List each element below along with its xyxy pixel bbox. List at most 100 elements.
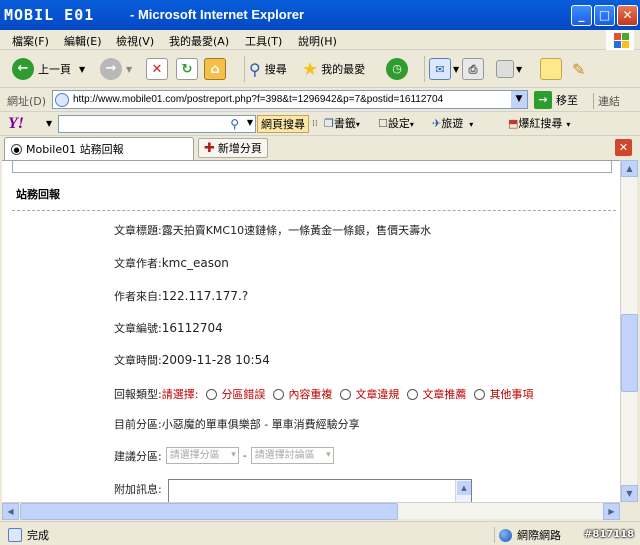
address-url: http://www.mobile01.com/postreport.php?f…: [73, 94, 444, 105]
favorites-button[interactable]: ★ 我的最愛: [302, 56, 365, 82]
globe-icon: [499, 528, 512, 542]
menu-favorites[interactable]: 我的最愛(A): [169, 33, 229, 49]
option-other[interactable]: 其他事項: [489, 386, 533, 402]
horizontal-scrollbar[interactable]: ◀ ▶: [2, 502, 620, 520]
scroll-down-icon[interactable]: ▼: [621, 485, 638, 502]
back-button[interactable]: ← 上一頁 ▼: [12, 56, 85, 82]
forward-dropdown-icon[interactable]: ▼: [126, 65, 132, 74]
pen-icon: ✎: [572, 59, 586, 79]
hot-search-label: 爆紅搜尋: [518, 117, 563, 130]
go-button[interactable]: → 移至: [534, 91, 578, 109]
menu-edit[interactable]: 編輯(E): [64, 33, 102, 49]
suggest-label: 建議分區:: [114, 449, 162, 463]
horizontal-scroll-thumb[interactable]: [20, 503, 398, 520]
radio-wrong-category[interactable]: [206, 388, 218, 400]
toolbar: ← 上一頁 ▼ → ▼ ✕ ↻ ⌂ ⚲ 搜尋 ★ 我的最愛 ◷ ✉ ▼ ⎙ ▼ …: [0, 50, 640, 88]
address-input[interactable]: http://www.mobile01.com/postreport.php?f…: [52, 90, 528, 109]
home-button[interactable]: ⌂: [204, 56, 226, 82]
menu-view[interactable]: 檢視(V): [116, 33, 154, 49]
from-label: 作者來自:: [114, 290, 162, 303]
hot-search-button[interactable]: ⬒爆紅搜尋 ▾: [506, 115, 572, 133]
travel-icon: ✈: [432, 117, 442, 130]
time-label: 文章時間:: [114, 354, 162, 367]
author-row: 文章作者: kmc_eason: [114, 255, 229, 271]
search-button[interactable]: ⚲ 搜尋: [244, 56, 287, 82]
edit-dropdown-icon[interactable]: ▼: [516, 65, 522, 74]
vertical-scrollbar[interactable]: ▲ ▼: [620, 160, 638, 502]
yahoo-search-input[interactable]: ⚲ ▼: [58, 115, 256, 133]
tab-bar: ● Mobile01 站務回報 ✚ 新增分頁 ✕: [0, 136, 640, 160]
links-button[interactable]: 連結: [593, 93, 620, 109]
toolbar-grip-icon: ⁞⁞: [312, 119, 318, 129]
search-icon[interactable]: ⚲: [230, 117, 239, 131]
address-dropdown-icon[interactable]: ▼: [511, 91, 527, 108]
title-bar[interactable]: MOBIL E01 - Microsoft Internet Explorer …: [0, 0, 640, 30]
stop-icon: ✕: [146, 58, 168, 80]
maximize-button[interactable]: □: [594, 5, 615, 26]
id-value: 16112704: [161, 321, 223, 335]
new-tab-button[interactable]: ✚ 新增分頁: [198, 138, 268, 158]
scroll-right-icon[interactable]: ▶: [603, 503, 620, 520]
menu-help[interactable]: 說明(H): [298, 33, 337, 49]
radio-duplicate[interactable]: [273, 388, 285, 400]
messenger-button[interactable]: ✎: [572, 56, 585, 82]
hot-search-dropdown-icon: ▾: [566, 120, 571, 129]
radio-recommend[interactable]: [407, 388, 419, 400]
edit-button[interactable]: ▼: [496, 56, 522, 82]
home-icon: ⌂: [204, 58, 226, 80]
bookmarks-button[interactable]: ❐書籤▾: [322, 115, 362, 133]
option-recommend[interactable]: 文章推薦: [422, 386, 466, 402]
option-violation[interactable]: 文章違規: [355, 386, 399, 402]
mail-button[interactable]: ✉ ▼: [424, 56, 459, 82]
close-tab-icon[interactable]: ✕: [615, 139, 632, 156]
window-title: - Microsoft Internet Explorer: [130, 7, 305, 22]
settings-button[interactable]: ☐設定▾: [376, 115, 416, 133]
message-textarea[interactable]: ▲: [168, 479, 472, 502]
mail-icon: ✉: [429, 58, 451, 80]
menu-file[interactable]: 檔案(F): [12, 33, 49, 49]
option-duplicate[interactable]: 內容重複: [288, 386, 332, 402]
note-button[interactable]: [540, 56, 562, 82]
back-dropdown-icon[interactable]: ▼: [79, 65, 85, 74]
radio-other[interactable]: [474, 388, 486, 400]
history-button[interactable]: ◷: [386, 56, 408, 82]
forward-button[interactable]: → ▼: [100, 56, 132, 82]
type-label: 回報類型:: [114, 388, 162, 401]
tab-label: Mobile01 站務回報: [26, 143, 124, 156]
scroll-up-icon[interactable]: ▲: [621, 160, 638, 177]
vertical-scroll-thumb[interactable]: [621, 314, 638, 392]
stop-button[interactable]: ✕: [146, 56, 168, 82]
suggest-category-select[interactable]: 請選擇分區: [165, 447, 239, 464]
mail-dropdown-icon[interactable]: ▼: [453, 65, 459, 74]
yahoo-dropdown-icon[interactable]: ▼: [46, 119, 52, 128]
bookmark-icon: ❐: [324, 117, 334, 130]
yahoo-logo[interactable]: Y!: [8, 115, 24, 133]
radio-violation[interactable]: [340, 388, 352, 400]
current-category-value: 小惡魔的單車俱樂部 - 單車消費經驗分享: [161, 418, 360, 431]
option-wrong-category[interactable]: 分區錯誤: [221, 386, 265, 402]
tab-mobile01-report[interactable]: ● Mobile01 站務回報: [4, 137, 194, 160]
minimize-button[interactable]: _: [571, 5, 592, 26]
plus-icon: ✚: [204, 140, 215, 156]
menu-tools[interactable]: 工具(T): [245, 33, 282, 49]
search-label: 搜尋: [264, 63, 287, 76]
type-row: 回報類型: 請選擇: 分區錯誤 內容重複 文章違規 文章推薦 其他事項: [114, 386, 533, 402]
hot-search-icon: ⬒: [508, 117, 519, 130]
status-bar: 完成 網際網路 #817118: [0, 521, 640, 545]
suggest-forum-select[interactable]: 請選擇討論區: [250, 447, 334, 464]
refresh-button[interactable]: ↻: [176, 56, 198, 82]
bookmarks-label: 書籤: [333, 117, 356, 130]
textarea-scrollbar[interactable]: ▲: [455, 480, 471, 502]
status-done-label: 完成: [27, 529, 49, 542]
textarea-scroll-up-icon[interactable]: ▲: [457, 481, 471, 495]
print-button[interactable]: ⎙: [462, 56, 484, 82]
status-zone: 網際網路: [494, 527, 561, 543]
search-dropdown-icon[interactable]: ▼: [247, 118, 253, 127]
travel-button[interactable]: ✈旅遊 ▾: [430, 115, 475, 133]
go-label: 移至: [556, 94, 578, 107]
close-button[interactable]: ✕: [617, 5, 638, 26]
web-search-button[interactable]: 網頁搜尋: [257, 115, 309, 133]
from-row: 作者來自: 122.117.177.?: [114, 288, 248, 304]
scroll-left-icon[interactable]: ◀: [2, 503, 19, 520]
message-label: 附加訊息:: [114, 483, 162, 496]
